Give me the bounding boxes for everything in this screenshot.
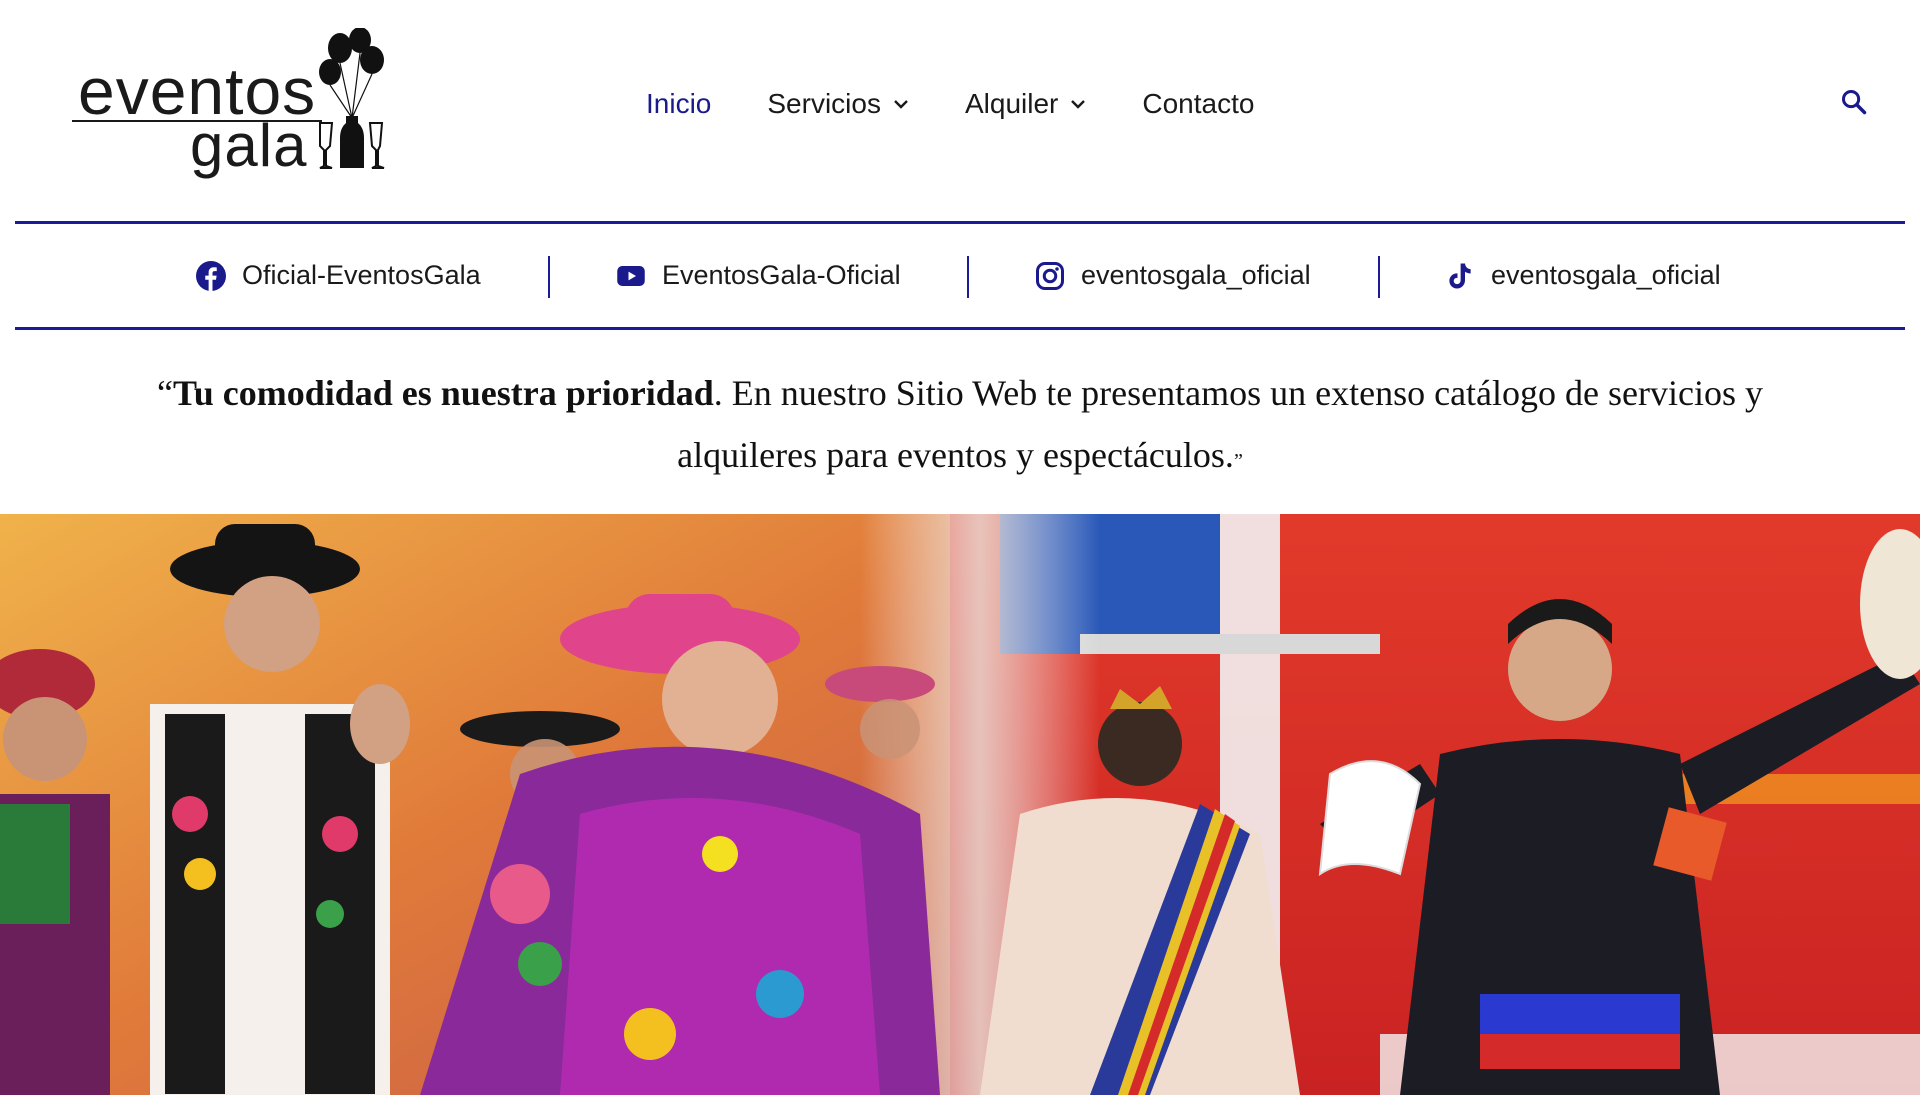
social-link-instagram[interactable]: eventosgala_oficial (1035, 224, 1311, 327)
nav-item-label: Alquiler (964, 88, 1059, 119)
nav-item-inicio[interactable]: Inicio (646, 88, 711, 120)
social-label: eventosgala_oficial (1081, 260, 1311, 290)
logo[interactable]: eventos gala (72, 28, 385, 179)
nav-item-contacto[interactable]: Contacto (1142, 88, 1254, 120)
logo-text-gala: gala (190, 112, 308, 179)
hero-dancers-illustration (0, 514, 1920, 1095)
social-link-facebook[interactable]: Oficial-EventosGala (196, 224, 481, 327)
tagline-close-quote: ” (1233, 450, 1243, 472)
nav-item-servicios[interactable]: Servicios (767, 88, 909, 120)
social-label: eventosgala_oficial (1491, 260, 1721, 290)
search-icon[interactable] (1840, 88, 1868, 116)
site-header: eventos gala Inicio Servicios Alquiler C… (0, 0, 1920, 210)
balloons-champagne-icon (319, 28, 385, 169)
nav-item-label: Servicios (767, 88, 881, 119)
nav-item-label: Contacto (1142, 88, 1255, 119)
youtube-icon (617, 265, 645, 286)
social-divider (967, 256, 969, 298)
facebook-icon (196, 260, 226, 291)
tagline: “Tu comodidad es nuestra prioridad. En n… (100, 362, 1820, 492)
social-link-tiktok[interactable]: eventosgala_oficial (1445, 224, 1721, 327)
chevron-down-icon (1071, 100, 1086, 109)
instagram-icon (1036, 261, 1064, 290)
social-label: Oficial-EventosGala (242, 260, 481, 290)
tagline-text: . En nuestro Sitio Web te presentamos un… (677, 373, 1763, 475)
social-bar: Oficial-EventosGala EventosGala-Oficial … (15, 221, 1905, 330)
nav-item-alquiler[interactable]: Alquiler (965, 88, 1086, 120)
social-link-youtube[interactable]: EventosGala-Oficial (616, 224, 901, 327)
social-divider (1378, 256, 1380, 298)
tiktok-icon (1449, 263, 1471, 288)
tagline-open-quote: “ (157, 373, 173, 413)
social-divider (548, 256, 550, 298)
main-nav: Inicio Servicios Alquiler Contacto (646, 84, 1310, 124)
chevron-down-icon (894, 100, 908, 109)
nav-item-label: Inicio (646, 88, 712, 119)
tagline-bold: Tu comodidad es nuestra prioridad (173, 373, 714, 413)
hero-image (0, 514, 1920, 1095)
social-label: EventosGala-Oficial (662, 260, 901, 290)
